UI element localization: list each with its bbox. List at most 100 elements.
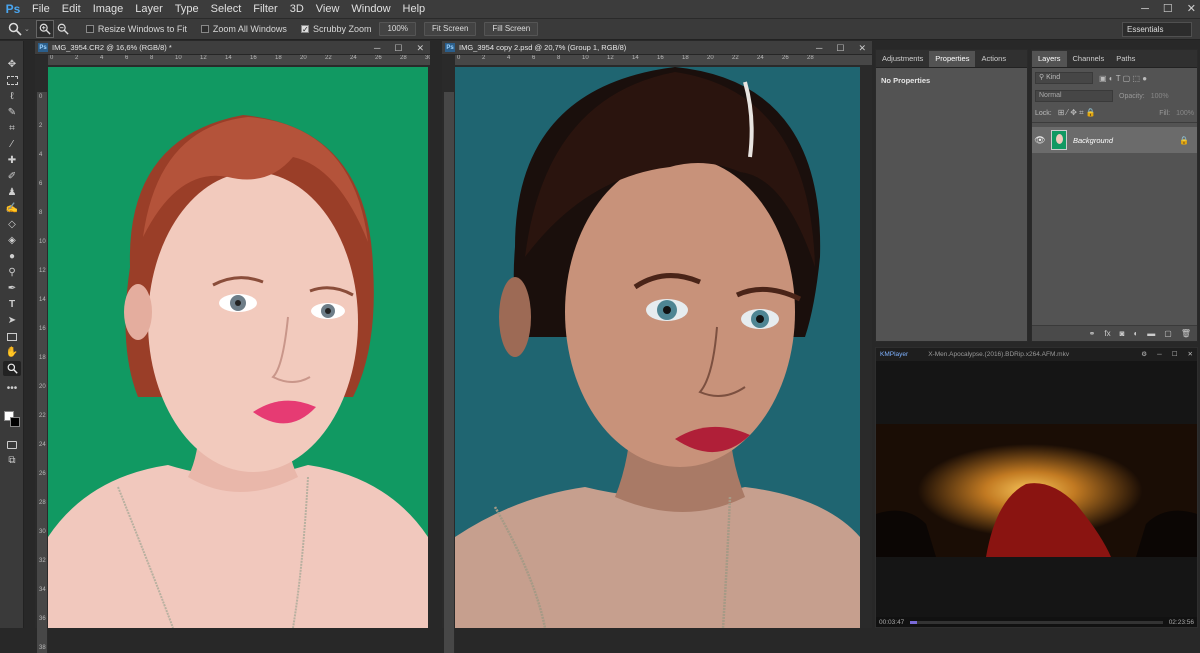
document-tab-1[interactable]: Ps IMG_3954.CR2 @ 16,6% (RGB/8) * ─ ☐ ✕ bbox=[35, 41, 430, 55]
zoom-tool-icon[interactable] bbox=[3, 361, 21, 376]
document-tab-2[interactable]: Ps IMG_3954 copy 2.psd @ 20,7% (Group 1,… bbox=[442, 41, 872, 55]
history-brush-tool-icon[interactable]: ✍ bbox=[3, 201, 21, 216]
tab-properties[interactable]: Properties bbox=[929, 51, 976, 67]
zoom-in-icon[interactable] bbox=[35, 20, 54, 38]
fx-icon[interactable]: fx bbox=[1104, 329, 1110, 338]
workspace-switcher[interactable]: Essentials bbox=[1122, 22, 1192, 37]
maximize-icon[interactable]: ☐ bbox=[836, 41, 844, 55]
resize-windows-checkbox[interactable]: Resize Windows to Fit bbox=[85, 24, 187, 34]
close-icon[interactable]: ✕ bbox=[858, 41, 866, 55]
new-layer-icon[interactable]: ▢ bbox=[1164, 329, 1172, 338]
tab-adjustments[interactable]: Adjustments bbox=[876, 51, 929, 67]
adjustment-layer-icon[interactable]: ◐ bbox=[1133, 329, 1138, 338]
opacity-input[interactable]: 100% bbox=[1151, 93, 1169, 100]
dodge-tool-icon[interactable]: ⚲ bbox=[3, 265, 21, 280]
ruler-tick-label: 12 bbox=[200, 55, 207, 61]
zoom-100-button[interactable]: 100% bbox=[379, 22, 416, 36]
tab-layers[interactable]: Layers bbox=[1032, 51, 1067, 67]
menu-view[interactable]: View bbox=[310, 0, 346, 18]
add-mask-icon[interactable]: ◙ bbox=[1120, 329, 1125, 338]
move-tool-icon[interactable]: ✥ bbox=[3, 57, 21, 72]
lock-options-icons[interactable]: ⊞ ⁄ ✥ ⌗ 🔒 bbox=[1058, 108, 1096, 118]
marquee-tool-icon[interactable] bbox=[3, 73, 21, 88]
menu-select[interactable]: Select bbox=[205, 0, 248, 18]
opacity-label: Opacity: bbox=[1119, 92, 1145, 100]
trash-icon[interactable]: 🗑 bbox=[1181, 329, 1191, 338]
hand-tool-icon[interactable]: ✋ bbox=[3, 345, 21, 360]
horizontal-ruler[interactable]: 0 2 4 6 8 10 12 14 16 18 20 22 24 26 28 bbox=[455, 55, 872, 66]
minimize-icon[interactable]: ─ bbox=[816, 41, 822, 55]
menu-3d[interactable]: 3D bbox=[284, 0, 310, 18]
ruler-tick-label: 22 bbox=[732, 55, 739, 61]
tab-actions[interactable]: Actions bbox=[975, 51, 1012, 67]
menu-image[interactable]: Image bbox=[87, 0, 130, 18]
filter-icons[interactable]: ▣ ◐ T ▢ ⬚ ● bbox=[1099, 74, 1147, 83]
menu-layer[interactable]: Layer bbox=[129, 0, 169, 18]
tab-channels[interactable]: Channels bbox=[1067, 51, 1111, 67]
ps-file-icon: Ps bbox=[38, 43, 48, 52]
maximize-icon[interactable]: ☐ bbox=[1163, 0, 1173, 18]
video-frame[interactable] bbox=[876, 424, 1197, 557]
zoom-out-icon[interactable] bbox=[54, 20, 72, 38]
lasso-tool-icon[interactable]: ℓ bbox=[3, 89, 21, 104]
tab-paths[interactable]: Paths bbox=[1110, 51, 1141, 67]
fill-screen-button[interactable]: Fill Screen bbox=[484, 22, 539, 36]
ruler-tick-label: 4 bbox=[39, 152, 43, 158]
more-tools-icon[interactable]: ••• bbox=[3, 381, 21, 396]
healing-brush-tool-icon[interactable]: ✚ bbox=[3, 153, 21, 168]
eyedropper-tool-icon[interactable]: ⁄ bbox=[3, 137, 21, 152]
blend-mode-select[interactable]: Normal bbox=[1035, 90, 1113, 102]
menu-filter[interactable]: Filter bbox=[247, 0, 283, 18]
menu-window[interactable]: Window bbox=[345, 0, 396, 18]
scrubby-zoom-checkbox[interactable]: ✓ Scrubby Zoom bbox=[300, 24, 371, 34]
close-icon[interactable]: ✕ bbox=[416, 41, 424, 55]
vertical-ruler[interactable] bbox=[444, 92, 455, 653]
vertical-ruler[interactable]: 0 2 4 6 8 10 12 14 16 18 20 22 24 26 28 30 32 34 36 38 bbox=[37, 92, 48, 653]
clone-stamp-tool-icon[interactable]: ♟ bbox=[3, 185, 21, 200]
pen-tool-icon[interactable]: ✒ bbox=[3, 281, 21, 296]
link-layers-icon[interactable]: ⚭ bbox=[1089, 329, 1096, 338]
crop-tool-icon[interactable]: ⌗ bbox=[3, 121, 21, 136]
ruler-tick-label: 28 bbox=[39, 500, 46, 506]
horizontal-ruler[interactable]: 024681012141618202224262830 bbox=[48, 55, 430, 66]
ruler-tick-label: 20 bbox=[707, 55, 714, 61]
brush-tool-icon[interactable]: ✐ bbox=[3, 169, 21, 184]
chevron-down-icon[interactable]: ⌄ bbox=[24, 25, 30, 33]
background-color-swatch[interactable] bbox=[10, 417, 20, 427]
seek-bar[interactable] bbox=[910, 620, 1163, 624]
blur-tool-icon[interactable]: ● bbox=[3, 249, 21, 264]
canvas-1[interactable] bbox=[48, 67, 428, 628]
canvas-2[interactable] bbox=[455, 67, 860, 628]
rectangle-tool-icon[interactable] bbox=[3, 329, 21, 344]
path-select-tool-icon[interactable]: ➤ bbox=[3, 313, 21, 328]
settings-icon[interactable]: ⚙ bbox=[1141, 348, 1147, 361]
zoom-all-windows-checkbox[interactable]: Zoom All Windows bbox=[200, 24, 287, 34]
menu-edit[interactable]: Edit bbox=[56, 0, 87, 18]
minimize-icon[interactable]: ─ bbox=[374, 41, 380, 55]
maximize-icon[interactable]: ☐ bbox=[394, 41, 402, 55]
menu-file[interactable]: File bbox=[26, 0, 56, 18]
layer-row-background[interactable]: 👁 Background 🔒 bbox=[1032, 127, 1197, 153]
minimize-icon[interactable]: ─ bbox=[1157, 348, 1162, 361]
close-icon[interactable]: ✕ bbox=[1187, 0, 1196, 18]
menu-help[interactable]: Help bbox=[397, 0, 432, 18]
ruler-tick-label: 0 bbox=[457, 55, 461, 61]
type-tool-icon[interactable]: T bbox=[3, 297, 21, 312]
paint-bucket-tool-icon[interactable]: ◈ bbox=[3, 233, 21, 248]
eraser-tool-icon[interactable]: ◇ bbox=[3, 217, 21, 232]
menu-type[interactable]: Type bbox=[169, 0, 205, 18]
maximize-icon[interactable]: ☐ bbox=[1172, 348, 1178, 361]
layer-name[interactable]: Background bbox=[1073, 136, 1113, 145]
minimize-icon[interactable]: ─ bbox=[1141, 0, 1149, 18]
quick-mask-icon[interactable] bbox=[3, 437, 21, 452]
new-group-icon[interactable]: ▬ bbox=[1147, 329, 1155, 338]
fit-screen-button[interactable]: Fit Screen bbox=[423, 22, 477, 36]
eye-icon[interactable]: 👁 bbox=[1032, 135, 1048, 146]
kmplayer-titlebar[interactable]: KMPlayer X-Men.Apocalypse.(2016).BDRip.x… bbox=[876, 348, 1197, 361]
filter-kind-select[interactable]: ⚲ Kind bbox=[1035, 72, 1093, 84]
zoom-tool-icon[interactable] bbox=[6, 20, 24, 38]
screen-mode-icon[interactable]: ⧉ bbox=[3, 453, 21, 468]
close-icon[interactable]: ✕ bbox=[1188, 348, 1193, 361]
quick-select-tool-icon[interactable]: ✎ bbox=[3, 105, 21, 120]
fill-input[interactable]: 100% bbox=[1176, 110, 1194, 117]
